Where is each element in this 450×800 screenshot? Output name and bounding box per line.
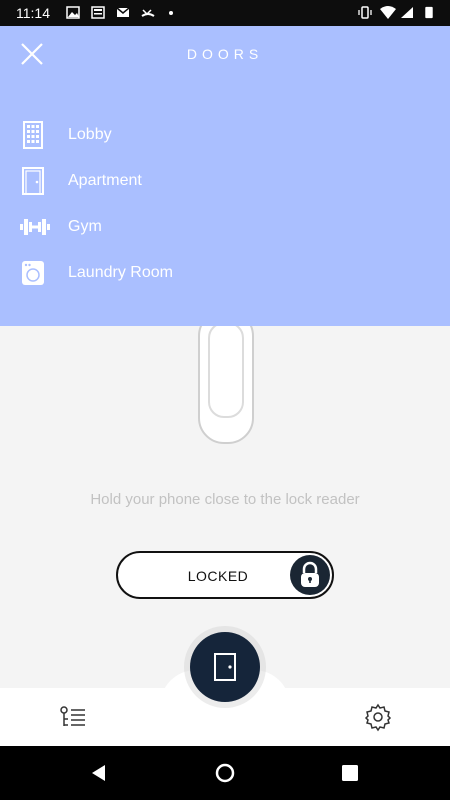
door-item-label: Gym [68,218,102,235]
door-handle-inner [208,322,244,418]
door-item-laundry-room[interactable]: Laundry Room [0,253,450,293]
lock-toggle[interactable]: LOCKED [116,551,334,599]
door-item-label: Lobby [68,126,112,143]
building-icon [23,121,43,149]
home-icon[interactable] [215,763,235,783]
dot-icon [169,11,173,15]
door-item-gym[interactable]: Gym [0,207,450,247]
list-icon[interactable] [58,702,88,732]
doors-drawer: DOORS Lobby Apartment Gym Laundry Room [0,26,450,326]
lock-status-label: LOCKED [187,568,249,584]
status-bar: 11:14 [0,0,450,26]
gear-icon[interactable] [363,702,393,732]
door-item-apartment[interactable]: Apartment [0,161,450,201]
door-icon [214,653,236,681]
drawer-title: DOORS [186,46,264,62]
door-item-label: Laundry Room [68,264,173,281]
dumbbell-icon [20,219,50,235]
news-notification-icon [91,6,105,19]
padlock-icon [301,561,319,587]
vibrate-icon [358,6,372,19]
washing-machine-icon [22,261,44,285]
mail-notification-icon [116,7,130,17]
image-notification-icon [66,6,80,19]
battery-icon [425,6,433,19]
missed-call-icon [141,9,155,17]
door-icon [22,167,44,195]
recents-icon[interactable] [340,763,360,783]
signal-icon [401,7,413,18]
lock-knob[interactable] [290,555,330,595]
door-item-label: Apartment [68,172,142,189]
back-icon[interactable] [89,763,109,783]
status-time: 11:14 [16,5,50,21]
android-nav-bar [0,746,450,800]
door-item-lobby[interactable]: Lobby [0,115,450,155]
wifi-icon [380,6,396,19]
hint-text: Hold your phone close to the lock reader [90,491,360,508]
open-door-button[interactable] [190,632,260,702]
